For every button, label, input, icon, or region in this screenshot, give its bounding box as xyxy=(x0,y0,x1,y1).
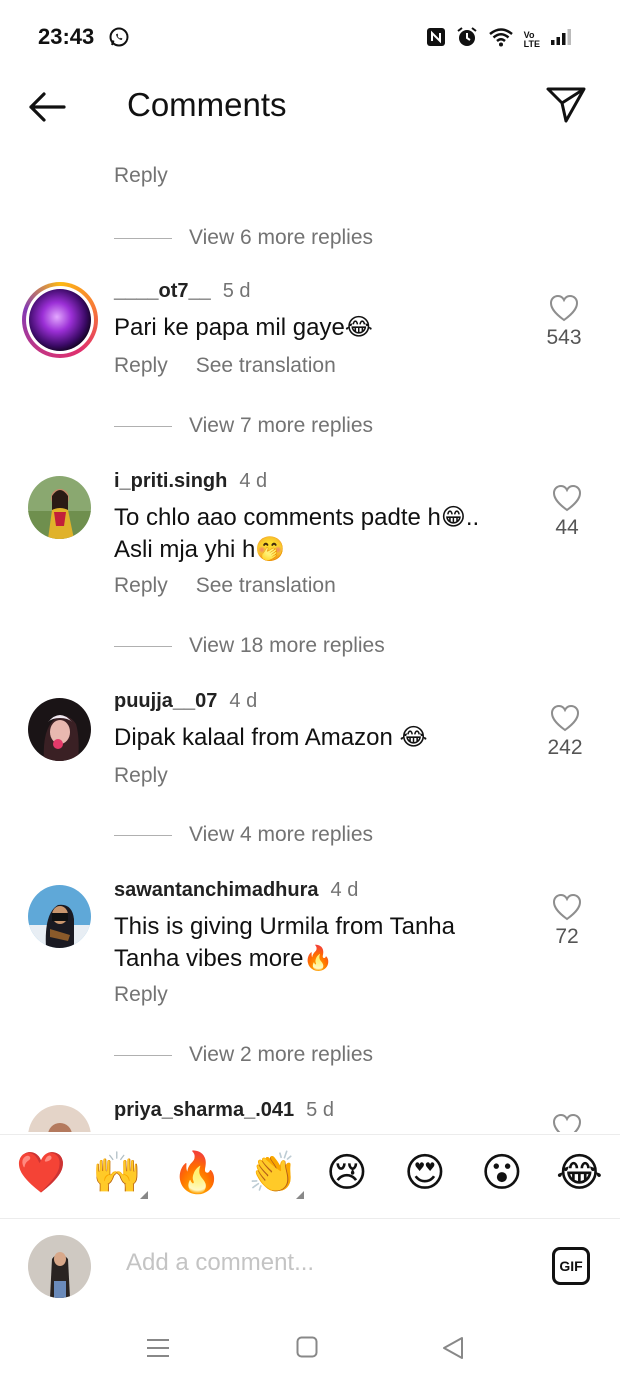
gif-label: GIF xyxy=(559,1258,583,1274)
emoji-raised-hands-button[interactable]: 🙌 xyxy=(92,1150,148,1199)
like-area: 72 xyxy=(537,893,597,949)
emoji-laughing-button[interactable]: 😂 xyxy=(556,1151,603,1195)
like-area xyxy=(537,1113,597,1132)
share-button[interactable] xyxy=(544,82,588,126)
like-count: 72 xyxy=(555,925,579,948)
comment-text: This is giving Urmila from Tanha Tanha v… xyxy=(114,913,456,972)
see-translation-button[interactable]: See translation xyxy=(196,574,336,598)
like-count: 543 xyxy=(546,326,582,349)
emoji-reaction-bar: ❤️ 🙌 🔥 👏 😢 😍 😮 😂 xyxy=(0,1134,620,1218)
page-title: Comments xyxy=(127,86,287,123)
status-bar: 23:43 Vo LTE xyxy=(0,0,620,76)
avatar[interactable] xyxy=(28,698,91,761)
view-replies-label: View 7 more replies xyxy=(189,414,374,437)
divider xyxy=(114,1054,172,1056)
emoji-clap-glyph: 👏 xyxy=(248,1150,298,1196)
comment-input[interactable] xyxy=(126,1249,526,1277)
view-replies-button[interactable]: View 18 more replies xyxy=(114,634,385,658)
avatar[interactable] xyxy=(28,1105,91,1132)
view-replies-label: View 18 more replies xyxy=(189,634,385,657)
comment-age: 4 d xyxy=(330,879,359,901)
gif-button[interactable]: GIF xyxy=(552,1247,590,1285)
menu-icon xyxy=(147,1339,169,1357)
avatar-story-ring[interactable] xyxy=(22,282,98,358)
comment-username[interactable]: puujja__07 xyxy=(114,690,217,713)
back-arrow-icon xyxy=(29,92,66,122)
current-user-avatar xyxy=(28,1235,91,1298)
system-back-button[interactable] xyxy=(442,1336,464,1365)
view-replies-label: View 4 more replies xyxy=(189,823,374,846)
reply-button[interactable]: Reply xyxy=(114,574,168,598)
comment-text: To chlo aao comments padte h😁.. Asli mja… xyxy=(114,504,480,563)
like-count: 242 xyxy=(547,736,583,759)
divider xyxy=(114,834,172,836)
nfc-icon xyxy=(426,27,446,52)
comment-username[interactable]: priya_sharma_.041 xyxy=(114,1099,294,1122)
emoji-crying-button[interactable]: 😢 xyxy=(326,1151,368,1195)
view-replies-button[interactable]: View 7 more replies xyxy=(114,414,373,438)
avatar[interactable] xyxy=(28,476,91,539)
home-button[interactable] xyxy=(296,1336,318,1363)
like-area: 242 xyxy=(535,704,595,760)
divider xyxy=(114,425,172,427)
comment-age: 5 d xyxy=(222,280,251,302)
emoji-heart-eyes-button[interactable]: 😍 xyxy=(404,1151,446,1195)
status-time: 23:43 xyxy=(38,24,95,49)
avatar xyxy=(29,289,91,351)
heart-icon[interactable] xyxy=(552,893,582,921)
comment-composer: GIF xyxy=(0,1218,620,1314)
avatar[interactable] xyxy=(28,885,91,948)
comment-username[interactable]: ____ot7__ xyxy=(114,280,211,303)
comment-text: Pari ke papa mil gaye😂 xyxy=(114,314,373,341)
emoji-heart-button[interactable]: ❤️ xyxy=(16,1151,66,1195)
skin-tone-indicator xyxy=(295,1191,304,1199)
comment-age: 4 d xyxy=(239,470,268,492)
whatsapp-icon xyxy=(108,26,130,53)
reply-button[interactable]: Reply xyxy=(114,354,168,378)
comment-age: 4 d xyxy=(229,690,258,712)
divider xyxy=(114,645,172,647)
emoji-fire-button[interactable]: 🔥 xyxy=(172,1151,222,1195)
like-area: 44 xyxy=(537,484,597,540)
view-replies-label: View 2 more replies xyxy=(189,1043,374,1066)
wifi-icon xyxy=(488,27,514,52)
comment-username[interactable]: i_priti.singh xyxy=(114,470,227,493)
reply-button[interactable]: Reply xyxy=(114,164,168,188)
heart-icon[interactable] xyxy=(552,1113,582,1132)
home-square-icon xyxy=(296,1336,318,1358)
recents-button[interactable] xyxy=(146,1336,170,1365)
reply-button[interactable]: Reply xyxy=(114,764,168,788)
divider xyxy=(114,237,172,239)
volte-icon: Vo LTE xyxy=(523,30,540,49)
emoji-surprised-button[interactable]: 😮 xyxy=(481,1151,523,1195)
reply-button[interactable]: Reply xyxy=(114,983,168,1007)
volte-bottom-label: LTE xyxy=(523,38,540,49)
heart-icon[interactable] xyxy=(549,294,579,322)
system-nav-bar xyxy=(0,1314,620,1386)
emoji-raised-hands-glyph: 🙌 xyxy=(92,1150,142,1196)
like-count: 44 xyxy=(555,516,579,539)
view-replies-button[interactable]: View 6 more replies xyxy=(114,226,373,250)
comment-username[interactable]: sawantanchimadhura xyxy=(114,879,319,902)
header: Comments xyxy=(0,76,620,146)
see-translation-button[interactable]: See translation xyxy=(196,354,336,378)
comment-text: Dipak kalaal from Amazon 😂 xyxy=(114,724,428,751)
back-triangle-icon xyxy=(443,1337,463,1359)
emoji-clap-button[interactable]: 👏 xyxy=(248,1150,304,1199)
skin-tone-indicator xyxy=(139,1191,148,1199)
signal-icon xyxy=(550,28,572,51)
heart-icon[interactable] xyxy=(550,704,580,732)
view-replies-button[interactable]: View 2 more replies xyxy=(114,1043,373,1067)
like-area: 543 xyxy=(534,294,594,350)
comment-feed[interactable]: Reply View 6 more replies ____ot7__ 5 d … xyxy=(0,146,620,1132)
alarm-icon xyxy=(456,26,478,53)
view-replies-label: View 6 more replies xyxy=(189,226,374,249)
send-icon xyxy=(546,87,586,123)
view-replies-button[interactable]: View 4 more replies xyxy=(114,823,373,847)
heart-icon[interactable] xyxy=(552,484,582,512)
comment-age: 5 d xyxy=(306,1099,334,1121)
back-button[interactable] xyxy=(24,84,74,130)
